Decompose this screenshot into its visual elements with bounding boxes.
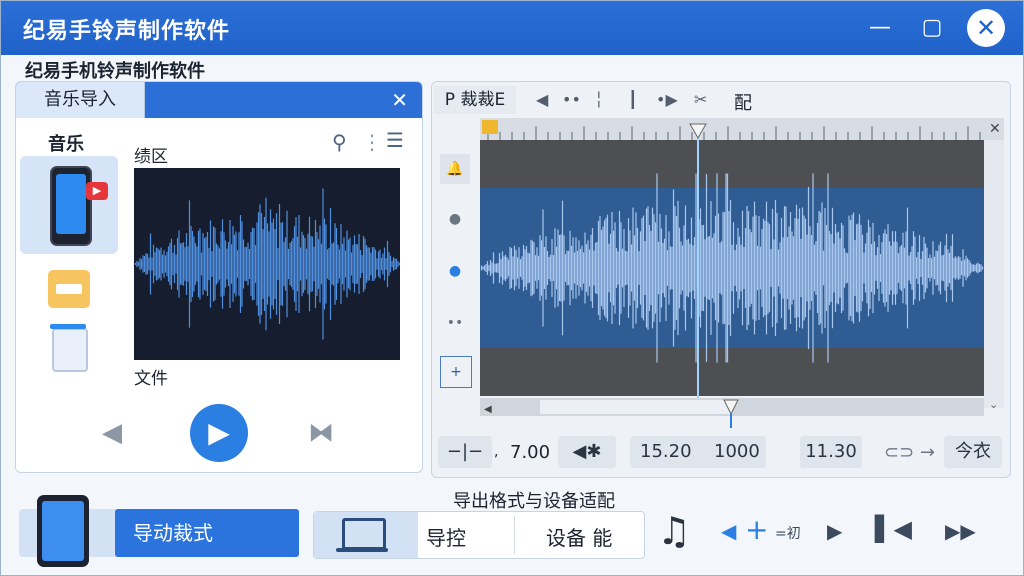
trash-icon[interactable] (50, 324, 88, 372)
folder-icon[interactable] (48, 270, 90, 308)
maximize-button[interactable]: ▢ (915, 11, 949, 45)
volume-icon[interactable]: 🔔 (440, 154, 470, 184)
back-icon[interactable]: ◀ (721, 519, 736, 543)
fast-forward-icon[interactable]: ▶▶ (945, 519, 976, 543)
ctrl-label: =初 (775, 523, 801, 543)
svg-text:✕: ✕ (989, 121, 1001, 137)
phone-icon (50, 166, 92, 246)
active-export-option[interactable]: 导动裁式 (115, 509, 299, 557)
zoom-fit-icon[interactable]: −|− (438, 436, 492, 468)
category-phone-music[interactable]: ▶ (20, 156, 118, 254)
mode-button[interactable]: 今衣 (944, 436, 1002, 468)
close-button[interactable]: ✕ (967, 9, 1005, 47)
tab-music-import[interactable]: 音乐导入 (16, 82, 145, 118)
start-marker-icon (482, 120, 498, 134)
app-subtitle: 纪易手机铃声制作软件 (25, 61, 205, 82)
preview-waveform-svg (134, 188, 401, 340)
ctrl-label-sub: 初 (786, 526, 801, 542)
time-display[interactable]: 15.20 1000 (630, 436, 766, 468)
panel-header: 音乐导入 ✕ (16, 82, 422, 118)
previous-icon[interactable]: ◀ (102, 418, 122, 448)
cut-icon[interactable]: ✂ (694, 90, 707, 109)
phone-icon (37, 495, 89, 567)
close-panel-icon[interactable]: ✕ (391, 88, 408, 112)
start-time[interactable]: 7.00 (510, 442, 550, 463)
forward-icon[interactable]: •▶ (656, 90, 678, 109)
time-prefix: , (494, 444, 499, 460)
ctrl-label-eq: = (775, 526, 787, 542)
pair-tool-icon[interactable]: •• (440, 308, 470, 338)
export-section-title: 导出格式与设备适配 (453, 491, 615, 512)
time-controls: −|− , 7.00 ◀✱ 15.20 1000 11.30 ⊂⊃ → 今衣 (432, 432, 1010, 470)
rewind-icon[interactable]: ◀ (536, 90, 548, 109)
loop-icon[interactable]: ⊂⊃ → (884, 442, 935, 463)
search-icon[interactable]: ⚲ (332, 130, 347, 154)
file-label: 文件 (134, 369, 168, 389)
svg-text:◀: ◀ (484, 404, 492, 415)
music-note-icon: ♫ (657, 509, 692, 553)
speaker-icon[interactable]: ▌◀ (875, 515, 912, 543)
current-time: 15.20 (640, 441, 692, 462)
preview-label: 绩区 (134, 147, 168, 167)
undo-icon[interactable]: ◀✱ (558, 436, 616, 468)
split-icon[interactable]: ╎ (594, 90, 604, 109)
dots-icon[interactable]: •• (562, 90, 581, 109)
waveform-editor[interactable]: ✕ ⌄ ◀ (480, 118, 1004, 428)
title-bar: 纪易手铃声制作软件 — ▢ ✕ (1, 1, 1023, 55)
dot-tool-icon[interactable]: ● (440, 204, 470, 234)
minimize-button[interactable]: — (863, 11, 897, 45)
window-title: 纪易手铃声制作软件 (23, 19, 231, 44)
device-option[interactable]: 设备 能 (546, 522, 612, 551)
end-time[interactable]: 11.30 (800, 436, 862, 468)
music-import-panel: 音乐导入 ✕ 音乐 ▶ 绩区 ⚲ ⋮ ☰ 文件 ◀ ▶ ⧓ (15, 81, 423, 473)
preview-waveform (134, 168, 401, 360)
tab-trim[interactable]: P 裁裁E (434, 86, 516, 114)
menu-icon[interactable]: ☰ (386, 128, 404, 152)
control-option[interactable]: 导控 (426, 522, 466, 551)
add-track-icon[interactable]: + (440, 356, 472, 388)
more-icon[interactable]: ⋮ (362, 130, 382, 154)
total-time: 1000 (714, 441, 760, 462)
toolbar-label: 配 (734, 93, 752, 114)
device-option-card[interactable]: 导控 设备 能 (313, 511, 645, 559)
editor-panel: P 裁裁E ◀ •• ╎ ┃ •▶ ✂ 配 🔔 ● ● •• + ✕ ⌄ ◀ −… (431, 81, 1011, 478)
preview-wave-bars (134, 188, 401, 340)
video-play-icon: ▶ (86, 182, 108, 200)
editor-toolbar: P 裁裁E ◀ •• ╎ ┃ •▶ ✂ 配 (432, 82, 1010, 118)
svg-text:⌄: ⌄ (989, 398, 998, 411)
marker-icon[interactable]: ┃ (628, 90, 638, 109)
play-small-icon[interactable]: ▶ (827, 519, 842, 543)
add-icon[interactable]: + (745, 513, 768, 546)
laptop-icon (314, 512, 418, 558)
skip-icon[interactable]: ⧓ (308, 418, 334, 448)
play-button[interactable]: ▶ (190, 404, 248, 462)
record-icon[interactable]: ● (440, 256, 470, 286)
app-window: 纪易手铃声制作软件 — ▢ ✕ 纪易手机铃声制作软件 音乐导入 ✕ 音乐 ▶ 绩… (0, 0, 1024, 576)
divider (514, 516, 515, 554)
export-phone-card[interactable]: 导动裁式 (19, 495, 299, 567)
category-label: 音乐 (48, 134, 84, 155)
